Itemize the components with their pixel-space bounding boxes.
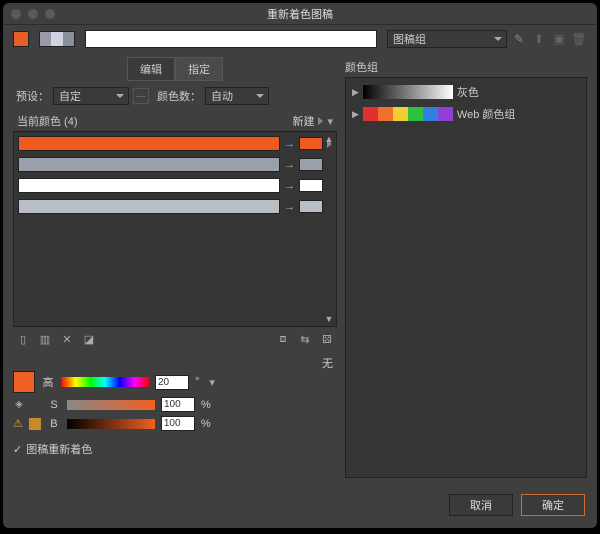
color-groups-title: 颜色组 xyxy=(345,57,587,77)
preset-select[interactable]: 图稿组 xyxy=(387,30,507,48)
rainbow-icon xyxy=(363,107,453,121)
split-icon[interactable]: ▥ xyxy=(37,331,53,347)
slider-menu-icon[interactable]: ▾ xyxy=(209,376,215,389)
footer: 取消 确定 xyxy=(3,486,597,528)
merge-icon[interactable]: ▯ xyxy=(15,331,31,347)
none-label: 无 xyxy=(13,355,337,371)
color-row[interactable]: → xyxy=(18,178,332,193)
swap-icon[interactable]: ⇆ xyxy=(297,331,313,347)
source-color-bar[interactable] xyxy=(18,178,280,193)
hue-unit: ° xyxy=(195,376,199,388)
color-row[interactable]: → xyxy=(18,157,332,172)
save-group-icon: ⬆ xyxy=(531,31,547,47)
titlebar: 重新着色图稿 xyxy=(3,3,597,25)
group-label: 灰色 xyxy=(457,84,479,100)
color-list: ▲ → → → → ▼ xyxy=(13,131,337,327)
hue-slider[interactable] xyxy=(61,377,149,387)
arrow-icon: → xyxy=(284,201,295,213)
sat-input[interactable]: 100 xyxy=(161,397,195,412)
list-header: 当前颜色 (4) 新建 ▾ xyxy=(13,111,337,131)
preset-options-icon[interactable]: ⋯ xyxy=(133,88,149,104)
group-label: Web 颜色组 xyxy=(457,106,515,122)
colors-label: 颜色数： xyxy=(153,88,201,104)
arrow-icon: → xyxy=(284,159,295,171)
find-icon[interactable]: ⧈ xyxy=(275,331,291,347)
check-icon: ✓ xyxy=(13,443,22,456)
source-color-bar[interactable] xyxy=(18,157,280,172)
window-title: 重新着色图稿 xyxy=(3,6,597,22)
randomize-icon[interactable]: ⚄ xyxy=(319,331,335,347)
ok-button[interactable]: 确定 xyxy=(521,494,585,516)
warn-swatch[interactable] xyxy=(29,418,41,430)
result-swatch[interactable] xyxy=(13,371,35,393)
source-color-bar[interactable] xyxy=(18,136,280,151)
active-swatch[interactable] xyxy=(13,31,29,47)
color-name-input[interactable] xyxy=(85,30,377,48)
bri-input[interactable]: 100 xyxy=(161,416,195,431)
list-toolbar: ▯ ▥ ✕ ◪ ⧈ ⇆ ⚄ xyxy=(13,327,337,353)
collapse-icon[interactable]: ▶ xyxy=(352,87,359,98)
bri-unit: % xyxy=(201,418,211,430)
source-color-bar[interactable] xyxy=(18,199,280,214)
tabs: 编辑 指定 xyxy=(13,57,337,81)
group-gray[interactable]: ▶ 灰色 xyxy=(352,84,580,100)
hue-input[interactable]: 20 xyxy=(155,375,189,390)
exclude-icon[interactable]: ✕ xyxy=(59,331,75,347)
colors-dropdown[interactable]: 自动 xyxy=(205,87,269,105)
warning-icon[interactable]: ⚠ xyxy=(13,417,23,430)
tab-edit[interactable]: 编辑 xyxy=(127,57,175,81)
target-color-chip[interactable] xyxy=(299,200,323,213)
cube-icon[interactable]: ◈ xyxy=(13,399,25,411)
new-row-icon[interactable]: ◪ xyxy=(81,331,97,347)
b-label: B xyxy=(47,418,61,430)
preset-dropdown[interactable]: 自定 xyxy=(53,87,129,105)
scroll-up-icon[interactable]: ▲ xyxy=(324,134,334,144)
sat-unit: % xyxy=(201,399,211,411)
collapse-icon[interactable]: ▶ xyxy=(352,109,359,120)
new-label: 新建 xyxy=(292,113,314,129)
trash-icon: 🗑 xyxy=(571,31,587,47)
folder-icon: ▣ xyxy=(551,31,567,47)
cancel-button[interactable]: 取消 xyxy=(449,494,513,516)
toolbar: 图稿组 ✎ ⬆ ▣ 🗑 xyxy=(3,25,597,53)
arrow-icon: → xyxy=(284,138,295,150)
harmony-preview[interactable] xyxy=(39,31,75,47)
gray-gradient-icon xyxy=(363,85,453,99)
dialog-window: 重新着色图稿 图稿组 ✎ ⬆ ▣ 🗑 编辑 指定 预设： 自定 ⋯ 颜色数： 自… xyxy=(3,3,597,528)
s-label: S xyxy=(47,399,61,411)
right-panel: 颜色组 ▶ 灰色 ▶ Web 颜色组 xyxy=(345,57,587,478)
target-color-chip[interactable] xyxy=(299,137,323,150)
hsb-controls: 高 20 ° ▾ ◈ S 100 % ⚠ B xyxy=(13,371,337,435)
arrow-icon: → xyxy=(284,180,295,192)
bri-slider[interactable] xyxy=(67,419,155,429)
scroll-down-icon[interactable]: ▼ xyxy=(324,314,334,324)
sort-icon[interactable] xyxy=(318,117,323,125)
h-label: 高 xyxy=(41,374,55,390)
color-groups-list: ▶ 灰色 ▶ Web 颜色组 xyxy=(345,77,587,478)
current-colors-label: 当前颜色 (4) xyxy=(17,113,78,129)
target-color-chip[interactable] xyxy=(299,179,323,192)
eyedropper-icon[interactable]: ✎ xyxy=(511,31,527,47)
list-menu-icon[interactable]: ▾ xyxy=(327,115,333,128)
tab-assign[interactable]: 指定 xyxy=(175,57,223,81)
color-row[interactable]: → xyxy=(18,136,332,151)
recolor-checkbox[interactable]: ✓ 图稿重新着色 xyxy=(13,441,337,457)
target-color-chip[interactable] xyxy=(299,158,323,171)
left-panel: 编辑 指定 预设： 自定 ⋯ 颜色数： 自动 当前颜色 (4) 新建 ▾ ▲ xyxy=(13,57,337,478)
preset-label: 预设： xyxy=(13,88,49,104)
group-web[interactable]: ▶ Web 颜色组 xyxy=(352,106,580,122)
color-row[interactable]: → xyxy=(18,199,332,214)
sat-slider[interactable] xyxy=(67,400,155,410)
preset-row: 预设： 自定 ⋯ 颜色数： 自动 xyxy=(13,87,337,105)
